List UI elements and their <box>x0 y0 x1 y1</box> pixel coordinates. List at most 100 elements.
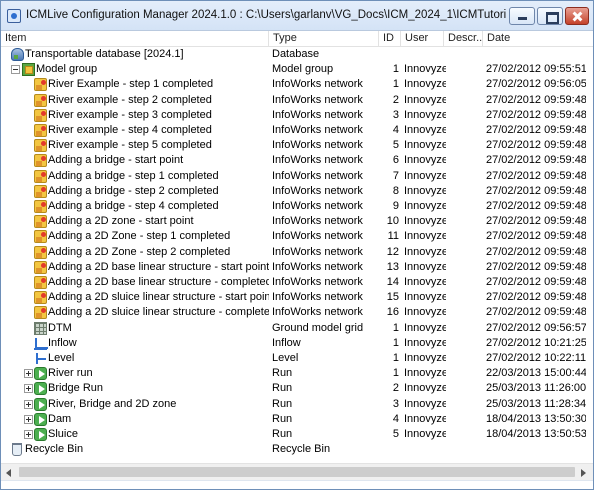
item-cell: Adding a bridge - step 1 completed <box>1 169 269 184</box>
tree-row[interactable]: Adding a bridge - step 1 completed InfoWo… <box>1 169 593 184</box>
id-cell: 10 <box>386 215 399 227</box>
item-label: Level <box>48 352 75 364</box>
description-cell <box>447 138 483 153</box>
item-label: River example - step 5 completed <box>48 139 212 151</box>
column-header-user[interactable]: User <box>401 31 444 46</box>
description-cell <box>447 214 483 229</box>
tree-row[interactable]: Adding a 2D zone - start point InfoWorks … <box>1 214 593 229</box>
expand-icon[interactable] <box>24 384 33 393</box>
expand-icon[interactable] <box>24 400 33 409</box>
description-cell <box>447 275 483 290</box>
close-button[interactable] <box>565 7 589 25</box>
item-cell: River, Bridge and 2D zone <box>1 397 269 412</box>
type-cell: InfoWorks network <box>272 261 363 273</box>
tree-row[interactable]: Bridge Run Run 2 Innovyze 25/03/2013 11:26:0… <box>1 381 593 396</box>
title-bar[interactable]: ICMLive Configuration Manager 2024.1.0 :… <box>1 1 593 31</box>
description-cell <box>447 229 483 244</box>
item-cell: River example - step 5 completed <box>1 138 269 153</box>
tree-row[interactable]: River run Run 1 Innovyze 22/03/2013 15:00:44 <box>1 366 593 381</box>
id-cell: 16 <box>386 306 399 318</box>
description-cell <box>447 153 483 168</box>
user-cell: Innovyze <box>404 200 446 212</box>
tree-row[interactable]: Adding a 2D sluice linear structure - co… <box>1 305 593 320</box>
column-header-type[interactable]: Type <box>269 31 379 46</box>
user-cell: Innovyze <box>404 398 446 410</box>
minimize-button[interactable] <box>509 7 535 25</box>
expand-icon[interactable] <box>24 369 33 378</box>
tree-row[interactable]: Level Level 1 Innovyze 27/02/2012 10:22:11 <box>1 351 593 366</box>
column-header-item[interactable]: Item <box>1 31 269 46</box>
item-cell: Level <box>1 351 269 366</box>
tree-row[interactable]: Adding a bridge - start point InfoWorks n… <box>1 153 593 168</box>
scroll-left-arrow-icon[interactable] <box>6 469 11 477</box>
user-cell <box>404 47 446 62</box>
date-cell: 22/03/2013 15:00:44 <box>486 367 586 379</box>
scrollbar-thumb[interactable] <box>19 467 575 477</box>
id-cell: 3 <box>392 109 399 121</box>
tree-row[interactable]: Transportable database [2024.1] Database <box>1 47 593 62</box>
network-icon <box>34 154 47 167</box>
type-cell: InfoWorks network <box>272 109 363 121</box>
tree-row[interactable]: River example - step 2 completed InfoWork… <box>1 93 593 108</box>
expand-icon[interactable] <box>24 415 33 424</box>
type-cell: InfoWorks network <box>272 154 363 166</box>
collapse-icon[interactable] <box>11 65 20 74</box>
item-cell: Dam <box>1 412 269 427</box>
config-manager-window: ICMLive Configuration Manager 2024.1.0 :… <box>0 0 594 490</box>
tree-row[interactable]: River Example - step 1 completed InfoWork… <box>1 77 593 92</box>
expand-icon[interactable] <box>24 430 33 439</box>
item-label: Adding a 2D Zone - step 2 completed <box>48 246 231 258</box>
description-cell <box>447 427 483 442</box>
column-header-id[interactable]: ID <box>379 31 401 46</box>
tree-row[interactable]: Recycle Bin Recycle Bin <box>1 442 593 457</box>
scroll-right-arrow-icon[interactable] <box>581 469 586 477</box>
tree-row[interactable]: Adding a 2D Zone - step 2 completed InfoW… <box>1 245 593 260</box>
tree-row[interactable]: Adding a 2D base linear structure - star… <box>1 260 593 275</box>
tree-row[interactable]: Adding a 2D base linear structure - comp… <box>1 275 593 290</box>
date-cell <box>486 47 586 62</box>
tree-view[interactable]: Transportable database [2024.1] Database M… <box>1 47 593 463</box>
column-header-bar: Item Type ID User Descr... Date <box>1 31 593 47</box>
item-cell: River example - step 3 completed <box>1 108 269 123</box>
description-cell <box>447 290 483 305</box>
date-cell: 18/04/2013 13:50:53 <box>486 428 586 440</box>
tree-row[interactable]: Adding a 2D sluice linear structure - st… <box>1 290 593 305</box>
id-cell: 2 <box>392 382 399 394</box>
user-cell <box>404 442 446 457</box>
user-cell: Innovyze <box>404 215 446 227</box>
tree-row[interactable]: Adding a bridge - step 4 completed InfoWo… <box>1 199 593 214</box>
description-cell <box>447 381 483 396</box>
column-header-description[interactable]: Descr... <box>444 31 483 46</box>
tree-row[interactable]: Sluice Run 5 Innovyze 18/04/2013 13:50:53 <box>1 427 593 442</box>
tree-row[interactable]: Adding a 2D Zone - step 1 completed InfoW… <box>1 229 593 244</box>
network-icon <box>34 200 47 213</box>
item-cell: Transportable database [2024.1] <box>1 47 269 62</box>
type-cell: InfoWorks network <box>272 139 363 151</box>
description-cell <box>447 245 483 260</box>
item-label: River example - step 3 completed <box>48 109 212 121</box>
tree-row[interactable]: Dam Run 4 Innovyze 18/04/2013 13:50:30 <box>1 412 593 427</box>
date-cell: 25/03/2013 11:26:00 <box>486 382 586 394</box>
tree-row[interactable]: River, Bridge and 2D zone Run 3 Innovyze 25/… <box>1 397 593 412</box>
column-header-date[interactable]: Date <box>483 31 593 46</box>
tree-row[interactable]: Adding a bridge - step 2 completed InfoWo… <box>1 184 593 199</box>
item-label: River, Bridge and 2D zone <box>48 398 177 410</box>
tree-row[interactable]: DTM Ground model grid 1 Innovyze 27/02/2012 … <box>1 321 593 336</box>
date-cell: 27/02/2012 09:59:48 <box>486 109 586 121</box>
app-icon[interactable] <box>7 9 21 23</box>
user-cell: Innovyze <box>404 413 446 425</box>
user-cell: Innovyze <box>404 246 446 258</box>
tree-row[interactable]: River example - step 3 completed InfoWork… <box>1 108 593 123</box>
run-icon <box>34 382 47 395</box>
tree-row[interactable]: River example - step 5 completed InfoWork… <box>1 138 593 153</box>
tree-row[interactable]: River example - step 4 completed InfoWork… <box>1 123 593 138</box>
run-icon <box>34 428 47 441</box>
tree-row[interactable]: Inflow Inflow 1 Innovyze 27/02/2012 10:21:25 <box>1 336 593 351</box>
description-cell <box>447 93 483 108</box>
item-label: Adding a bridge - step 4 completed <box>48 200 219 212</box>
type-cell: Run <box>272 398 293 410</box>
maximize-button[interactable] <box>537 7 563 25</box>
horizontal-scrollbar[interactable] <box>1 463 593 480</box>
tree-row[interactable]: Model group Model group 1 Innovyze 27/02/201… <box>1 62 593 77</box>
database-icon <box>11 48 24 61</box>
